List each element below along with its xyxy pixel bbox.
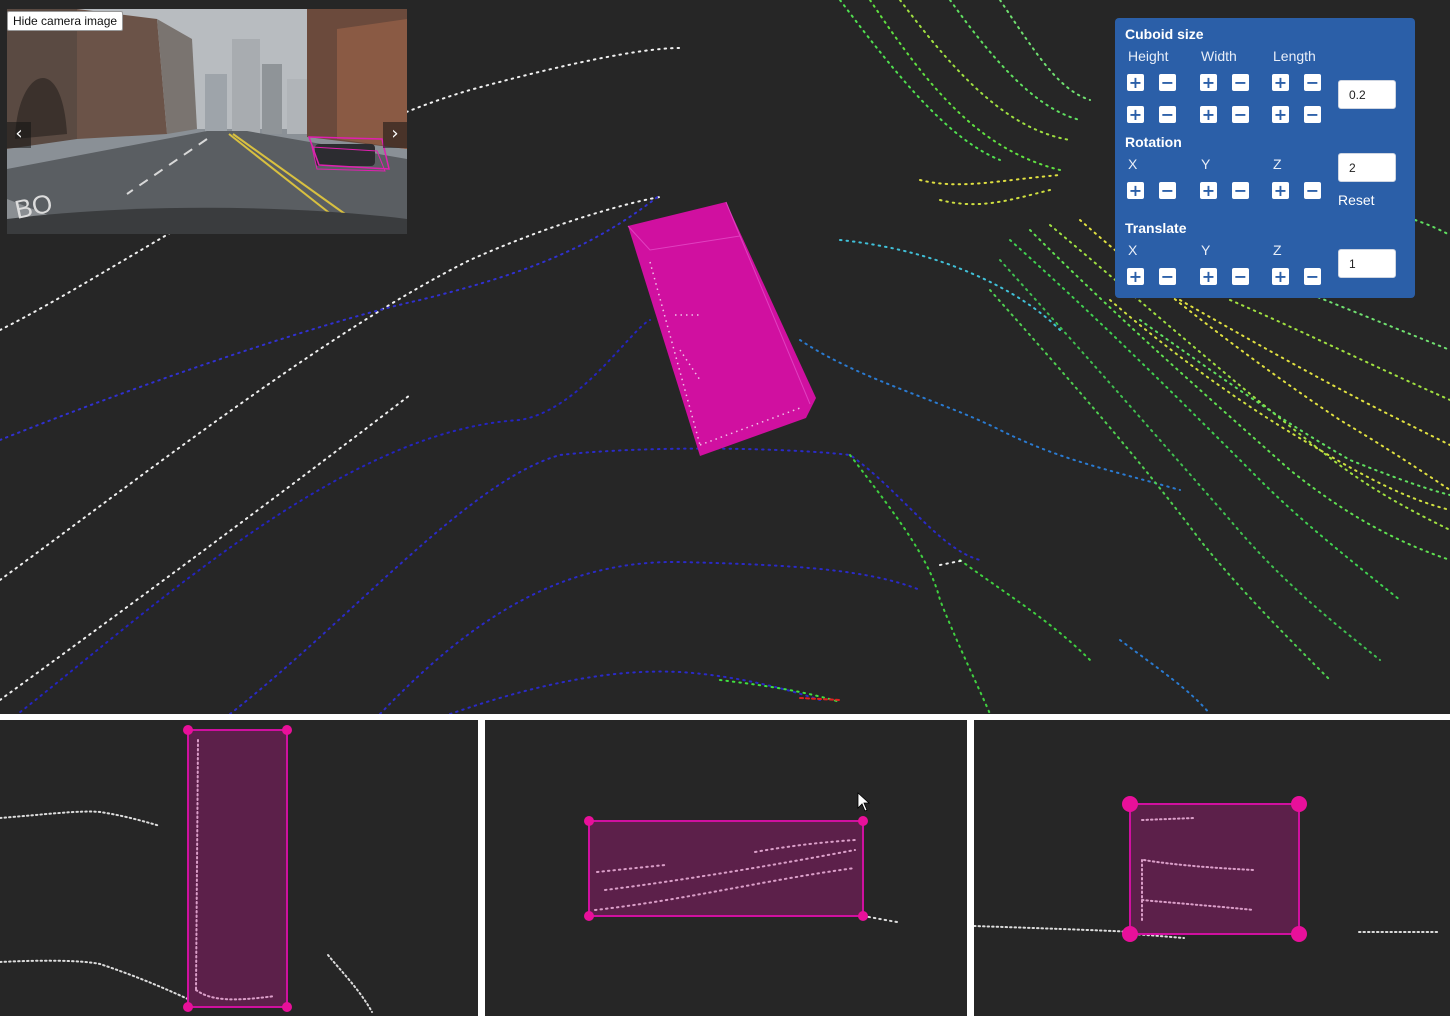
rear-view-canvas[interactable]: [974, 720, 1450, 1016]
cuboid-size-title: Cuboid size: [1125, 26, 1204, 42]
rotation-x-label: X: [1128, 156, 1138, 172]
translate-y-plus-button[interactable]: +: [1200, 268, 1217, 285]
translate-x-plus-button[interactable]: +: [1127, 268, 1144, 285]
width-plus-button[interactable]: +: [1200, 74, 1217, 91]
translate-z-plus-button[interactable]: +: [1272, 268, 1289, 285]
front-handle-bottom-left[interactable]: [584, 911, 594, 921]
height-minus-button-2[interactable]: −: [1159, 106, 1176, 123]
rear-handle-bottom-left[interactable]: [1122, 926, 1138, 942]
front-handle-top-left[interactable]: [584, 816, 594, 826]
rear-handle-bottom-right[interactable]: [1291, 926, 1307, 942]
front-handle-bottom-right[interactable]: [858, 911, 868, 921]
cuboid-front-box[interactable]: [588, 820, 864, 917]
translate-title: Translate: [1125, 220, 1187, 236]
side-view-canvas[interactable]: [0, 720, 478, 1016]
rear-view[interactable]: [974, 720, 1450, 1016]
side-handle-top-left[interactable]: [183, 725, 193, 735]
main-3d-view[interactable]: BO Hide camera image ‹ › Cuboid size Hei…: [0, 0, 1450, 714]
length-minus-button[interactable]: −: [1304, 74, 1321, 91]
front-view-canvas[interactable]: [485, 720, 967, 1016]
width-label: Width: [1201, 48, 1237, 64]
cuboid-rear-box[interactable]: [1129, 803, 1300, 935]
cuboid-3d[interactable]: [627, 201, 816, 456]
translate-x-label: X: [1128, 242, 1138, 258]
height-plus-button-2[interactable]: +: [1127, 106, 1144, 123]
translate-x-minus-button[interactable]: −: [1159, 268, 1176, 285]
translate-y-minus-button[interactable]: −: [1232, 268, 1249, 285]
translate-step-input[interactable]: [1338, 249, 1396, 278]
cuboid-side-box[interactable]: [187, 729, 288, 1008]
rotation-y-plus-button[interactable]: +: [1200, 182, 1217, 199]
view-divider-2: [967, 720, 974, 1016]
length-minus-button-2[interactable]: −: [1304, 106, 1321, 123]
width-minus-button-2[interactable]: −: [1232, 106, 1249, 123]
size-step-input[interactable]: [1338, 80, 1396, 109]
rotation-x-minus-button[interactable]: −: [1159, 182, 1176, 199]
height-plus-button[interactable]: +: [1127, 74, 1144, 91]
chevron-right-icon[interactable]: ›: [383, 122, 407, 148]
translate-z-label: Z: [1273, 242, 1282, 258]
side-handle-bottom-right[interactable]: [282, 1002, 292, 1012]
camera-image: BO: [7, 9, 407, 234]
side-view[interactable]: [0, 720, 478, 1016]
reset-button[interactable]: Reset: [1338, 192, 1375, 208]
length-plus-button-2[interactable]: +: [1272, 106, 1289, 123]
front-handle-top-right[interactable]: [858, 816, 868, 826]
rotation-y-label: Y: [1201, 156, 1211, 172]
rotation-y-minus-button[interactable]: −: [1232, 182, 1249, 199]
cuboid-control-panel: Cuboid size Height Width Length + − + − …: [1115, 18, 1415, 298]
width-minus-button[interactable]: −: [1232, 74, 1249, 91]
width-plus-button-2[interactable]: +: [1200, 106, 1217, 123]
rotation-z-minus-button[interactable]: −: [1304, 182, 1321, 199]
view-divider-1: [478, 720, 485, 1016]
rotation-z-label: Z: [1273, 156, 1282, 172]
rear-handle-top-right[interactable]: [1291, 796, 1307, 812]
mouse-cursor-icon: [857, 792, 871, 812]
side-handle-bottom-left[interactable]: [183, 1002, 193, 1012]
height-label: Height: [1128, 48, 1169, 64]
translate-z-minus-button[interactable]: −: [1304, 268, 1321, 285]
height-minus-button[interactable]: −: [1159, 74, 1176, 91]
length-label: Length: [1273, 48, 1316, 64]
chevron-left-icon[interactable]: ‹: [7, 122, 31, 148]
front-view[interactable]: [485, 720, 967, 1016]
rotation-step-input[interactable]: [1338, 153, 1396, 182]
translate-y-label: Y: [1201, 242, 1211, 258]
hide-camera-button[interactable]: Hide camera image: [7, 11, 124, 31]
rotation-z-plus-button[interactable]: +: [1272, 182, 1289, 199]
rear-handle-top-left[interactable]: [1122, 796, 1138, 812]
rotation-title: Rotation: [1125, 134, 1182, 150]
side-handle-top-right[interactable]: [282, 725, 292, 735]
length-plus-button[interactable]: +: [1272, 74, 1289, 91]
rotation-x-plus-button[interactable]: +: [1127, 182, 1144, 199]
